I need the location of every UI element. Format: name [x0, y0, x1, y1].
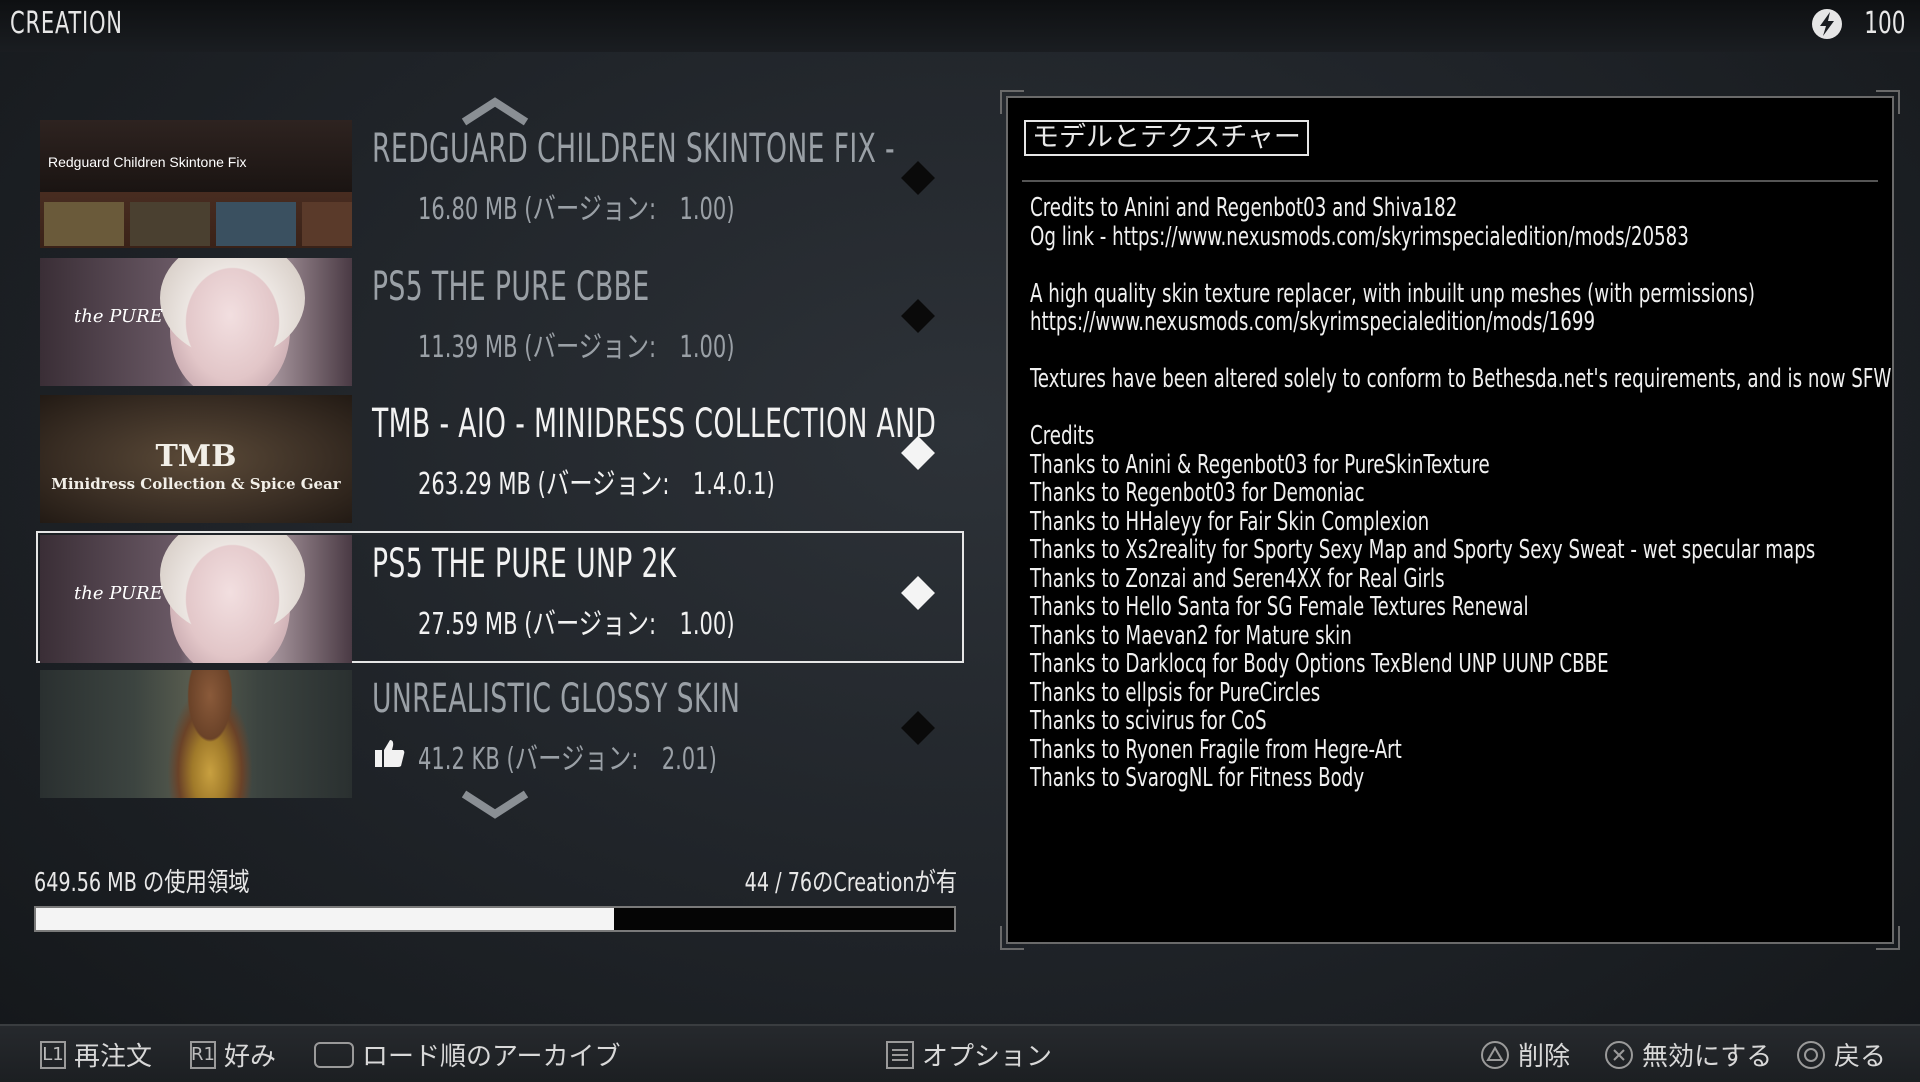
storage-progress-fill: [36, 908, 615, 930]
triangle-button-icon: [1481, 1040, 1509, 1069]
status-diamond-icon: [901, 299, 935, 333]
item-thumbnail: [40, 670, 352, 798]
item-title: PS5 THE PURE CBBE: [372, 264, 650, 310]
item-thumbnail: the PURE: [40, 535, 352, 663]
options-hint[interactable]: オプション: [886, 1036, 1052, 1073]
item-thumbnail: Redguard Children Skintone Fix: [40, 120, 352, 248]
creation-list-item[interactable]: the PURE PS5 THE PURE CBBE 11.39 MB (バージ…: [38, 256, 964, 386]
load-order-archive-hint[interactable]: ロード順のアーカイブ: [314, 1036, 620, 1073]
item-size-version: 263.29 MB (バージョン: 1.4.0.1): [418, 467, 775, 502]
status-diamond-icon: [901, 161, 935, 195]
storage-used-label: 649.56 MB の使用領域: [34, 868, 250, 898]
item-title: UNREALISTIC GLOSSY SKIN: [372, 676, 741, 722]
enabled-diamond-icon: [901, 576, 935, 610]
circle-button-icon: [1797, 1040, 1825, 1069]
back-hint[interactable]: 戻る: [1796, 1036, 1886, 1073]
item-size-version: 41.2 KB (バージョン: 2.01): [418, 742, 717, 777]
item-title: REDGUARD CHILDREN SKINTONE FIX -: [372, 126, 896, 172]
item-size-version: 16.80 MB (バージョン: 1.00): [418, 192, 735, 227]
creation-count-label: 44 / 76のCreationが有: [744, 868, 957, 898]
app-title: CREATION: [10, 6, 123, 41]
description-text: Credits to Anini and Regenbot03 and Shiv…: [1030, 193, 1892, 793]
reorder-hint[interactable]: L1 再注文: [40, 1036, 152, 1073]
creation-list-item-selected[interactable]: the PURE PS5 THE PURE UNP 2K 27.59 MB (バ…: [36, 531, 964, 663]
creation-list-item[interactable]: Redguard Children Skintone Fix REDGUARD …: [38, 118, 964, 248]
creation-list-item[interactable]: TMB Minidress Collection & Spice Gear TM…: [38, 393, 964, 523]
r1-button-icon: R1: [190, 1040, 216, 1069]
l1-button-icon: L1: [40, 1040, 66, 1069]
lightning-icon: [1812, 8, 1843, 39]
item-size-version: 27.59 MB (バージョン: 1.00): [418, 607, 735, 642]
thumbs-up-icon: [375, 740, 405, 767]
storage-progress-bar: [34, 906, 956, 932]
item-title: PS5 THE PURE UNP 2K: [372, 541, 677, 587]
divider: [1022, 180, 1878, 182]
button-hint-bar: L1 再注文 R1 好み ロード順のアーカイブ オプション 削除 無効にする 戻…: [0, 1024, 1920, 1082]
top-bar: CREATION 100: [0, 0, 1920, 52]
item-size-version: 11.39 MB (バージョン: 1.00): [418, 330, 735, 365]
creation-list-item[interactable]: UNREALISTIC GLOSSY SKIN 41.2 KB (バージョン: …: [38, 668, 964, 798]
delete-hint[interactable]: 削除: [1480, 1036, 1570, 1073]
disable-hint[interactable]: 無効にする: [1604, 1036, 1772, 1073]
category-tag: モデルとテクスチャー: [1024, 120, 1309, 156]
scroll-down-arrow-icon[interactable]: [460, 790, 530, 820]
credits-balance: 100: [1810, 6, 1906, 41]
options-button-icon: [886, 1040, 914, 1069]
credits-amount: 100: [1864, 6, 1906, 41]
item-thumbnail: the PURE: [40, 258, 352, 386]
item-thumbnail: TMB Minidress Collection & Spice Gear: [40, 395, 352, 523]
cross-button-icon: [1605, 1040, 1633, 1069]
status-diamond-icon: [901, 711, 935, 745]
touchpad-button-icon: [314, 1041, 354, 1068]
description-panel[interactable]: モデルとテクスチャー Credits to Anini and Regenbot…: [1000, 90, 1900, 950]
favorite-hint[interactable]: R1 好み: [190, 1036, 276, 1073]
item-title: TMB - AIO - MINIDRESS COLLECTION AND: [372, 401, 937, 447]
